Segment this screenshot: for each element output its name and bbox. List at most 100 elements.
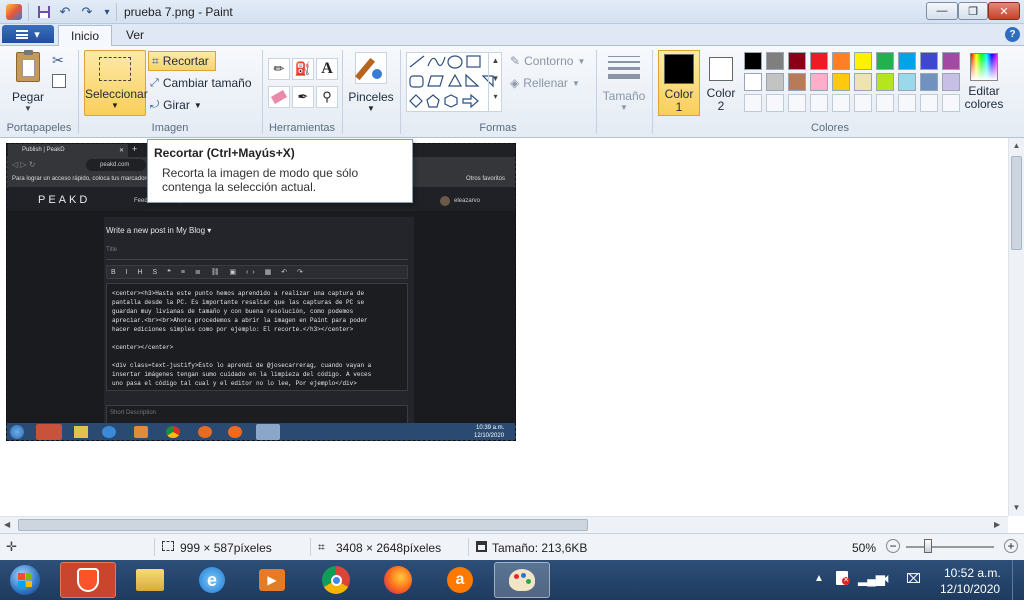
empty-palette-swatch[interactable]: [766, 94, 784, 112]
scroll-right-icon[interactable]: ▶: [994, 520, 1000, 529]
tab-home[interactable]: Inicio: [58, 25, 113, 46]
palette-swatch[interactable]: [810, 73, 828, 91]
help-icon[interactable]: ?: [1005, 27, 1020, 42]
copy-icon[interactable]: [52, 74, 66, 88]
file-menu-button[interactable]: ▾: [2, 25, 54, 43]
scroll-down-icon[interactable]: ▼: [1009, 500, 1024, 516]
scroll-thumb[interactable]: [18, 519, 588, 531]
paste-button[interactable]: Pegar ▼: [8, 50, 48, 114]
palette-swatch[interactable]: [942, 73, 960, 91]
taskbar-ie[interactable]: e: [184, 562, 240, 598]
taskbar-brave[interactable]: [60, 562, 116, 598]
empty-palette-swatch[interactable]: [876, 94, 894, 112]
folder-icon: [136, 569, 164, 591]
line-size-icon: [608, 56, 640, 79]
empty-palette-swatch[interactable]: [832, 94, 850, 112]
taskbar-firefox[interactable]: [370, 562, 426, 598]
vertical-scrollbar[interactable]: ▲ ▼: [1008, 138, 1024, 516]
color-picker-icon[interactable]: ✒: [292, 86, 314, 108]
palette-swatch[interactable]: [832, 52, 850, 70]
empty-palette-swatch[interactable]: [744, 94, 762, 112]
taskbar-explorer[interactable]: [122, 562, 178, 598]
redo-icon[interactable]: ↷: [78, 3, 96, 21]
palette-swatch[interactable]: [766, 73, 784, 91]
palette-swatch[interactable]: [744, 73, 762, 91]
empty-palette-swatch[interactable]: [898, 94, 916, 112]
scroll-left-icon[interactable]: ◀: [4, 520, 10, 529]
close-button[interactable]: ✕: [988, 2, 1020, 20]
text-tool-icon[interactable]: A: [316, 58, 338, 80]
pencil-icon[interactable]: ✏: [268, 58, 290, 80]
edit-colors-button[interactable]: Editar colores: [962, 50, 1006, 116]
undo-icon[interactable]: ↶: [56, 3, 74, 21]
palette-swatch[interactable]: [766, 52, 784, 70]
palette-swatch[interactable]: [788, 52, 806, 70]
zoom-slider-thumb[interactable]: [924, 539, 932, 553]
outline-button[interactable]: ✎ Contorno ▼: [510, 54, 585, 68]
customize-quick-access-icon[interactable]: ▾: [98, 3, 116, 21]
eraser-icon[interactable]: [268, 86, 290, 108]
palette-swatch[interactable]: [942, 52, 960, 70]
scroll-thumb[interactable]: [1011, 156, 1022, 250]
selection-size-icon: [162, 541, 174, 551]
empty-palette-swatch[interactable]: [942, 94, 960, 112]
select-button[interactable]: Seleccionar ▼: [84, 50, 148, 116]
palette-swatch[interactable]: [920, 52, 938, 70]
palette-swatch[interactable]: [898, 73, 916, 91]
palette-swatch[interactable]: [810, 52, 828, 70]
show-desktop-button[interactable]: [1012, 560, 1024, 600]
crop-button[interactable]: ⌗ Recortar: [148, 51, 216, 71]
clock-time[interactable]: 10:52 a.m.: [944, 566, 1001, 580]
magnifier-icon[interactable]: ⚲: [316, 86, 338, 108]
action-center-icon[interactable]: ✕: [836, 571, 850, 585]
empty-palette-swatch[interactable]: [810, 94, 828, 112]
empty-palette-swatch[interactable]: [854, 94, 872, 112]
palette-swatch[interactable]: [744, 52, 762, 70]
color2-button[interactable]: Color 2: [702, 50, 740, 116]
avast-icon: a: [447, 567, 473, 593]
fill-bucket-icon[interactable]: ⛽: [292, 58, 314, 80]
resize-button[interactable]: ⤢ Cambiar tamaño: [150, 76, 252, 90]
maximize-button[interactable]: ❐: [958, 2, 988, 20]
palette-swatch[interactable]: [876, 73, 894, 91]
palette-swatch[interactable]: [832, 73, 850, 91]
taskbar-chrome[interactable]: [308, 562, 364, 598]
color1-button[interactable]: Color 1: [658, 50, 700, 116]
clock-date[interactable]: 12/10/2020: [940, 582, 1000, 596]
volume-icon[interactable]: 🔈︎: [884, 570, 892, 587]
taskbar-paint[interactable]: [494, 562, 550, 598]
rotate-button[interactable]: ⤾ Girar ▼: [150, 98, 202, 112]
palette-swatch[interactable]: [854, 52, 872, 70]
cut-icon[interactable]: ✂: [52, 52, 64, 69]
scroll-up-icon[interactable]: ▲: [1009, 138, 1024, 154]
empty-palette-swatch[interactable]: [788, 94, 806, 112]
show-hidden-icons[interactable]: ▲: [814, 573, 824, 584]
color-spectrum-icon: [970, 53, 998, 81]
fill-button[interactable]: ◈ Rellenar ▼: [510, 76, 580, 90]
palette-swatch[interactable]: [920, 73, 938, 91]
paint-app-icon[interactable]: [6, 4, 22, 20]
taskbar-media[interactable]: ▶: [244, 562, 300, 598]
save-icon[interactable]: [35, 3, 53, 21]
horizontal-scrollbar[interactable]: ◀ ▶: [0, 516, 1008, 533]
taskbar-avast[interactable]: a: [432, 562, 488, 598]
usb-icon[interactable]: ⌧: [906, 571, 921, 587]
empty-palette-swatch[interactable]: [920, 94, 938, 112]
windows-icon: [10, 565, 40, 595]
size-button[interactable]: Tamaño ▼: [600, 50, 648, 116]
start-button[interactable]: [4, 562, 46, 598]
network-icon[interactable]: ▂▄▆: [858, 572, 885, 586]
palette-swatch[interactable]: [876, 52, 894, 70]
palette-swatch[interactable]: [898, 52, 916, 70]
zoom-out-icon[interactable]: −: [886, 539, 900, 553]
minimize-button[interactable]: —: [926, 2, 958, 20]
shapes-scroll[interactable]: ▲ ▼ ▾: [488, 52, 502, 112]
tab-view[interactable]: Ver: [114, 25, 156, 46]
zoom-in-icon[interactable]: +: [1004, 539, 1018, 553]
zoom-slider[interactable]: [906, 546, 994, 548]
chevron-down-icon: ▼: [111, 101, 119, 110]
palette-swatch[interactable]: [788, 73, 806, 91]
brushes-button[interactable]: Pinceles ▼: [346, 50, 396, 116]
palette-swatch[interactable]: [854, 73, 872, 91]
ribbon: Pegar ▼ ✂ Portapapeles Seleccionar ▼ ⌗ R…: [0, 46, 1024, 138]
